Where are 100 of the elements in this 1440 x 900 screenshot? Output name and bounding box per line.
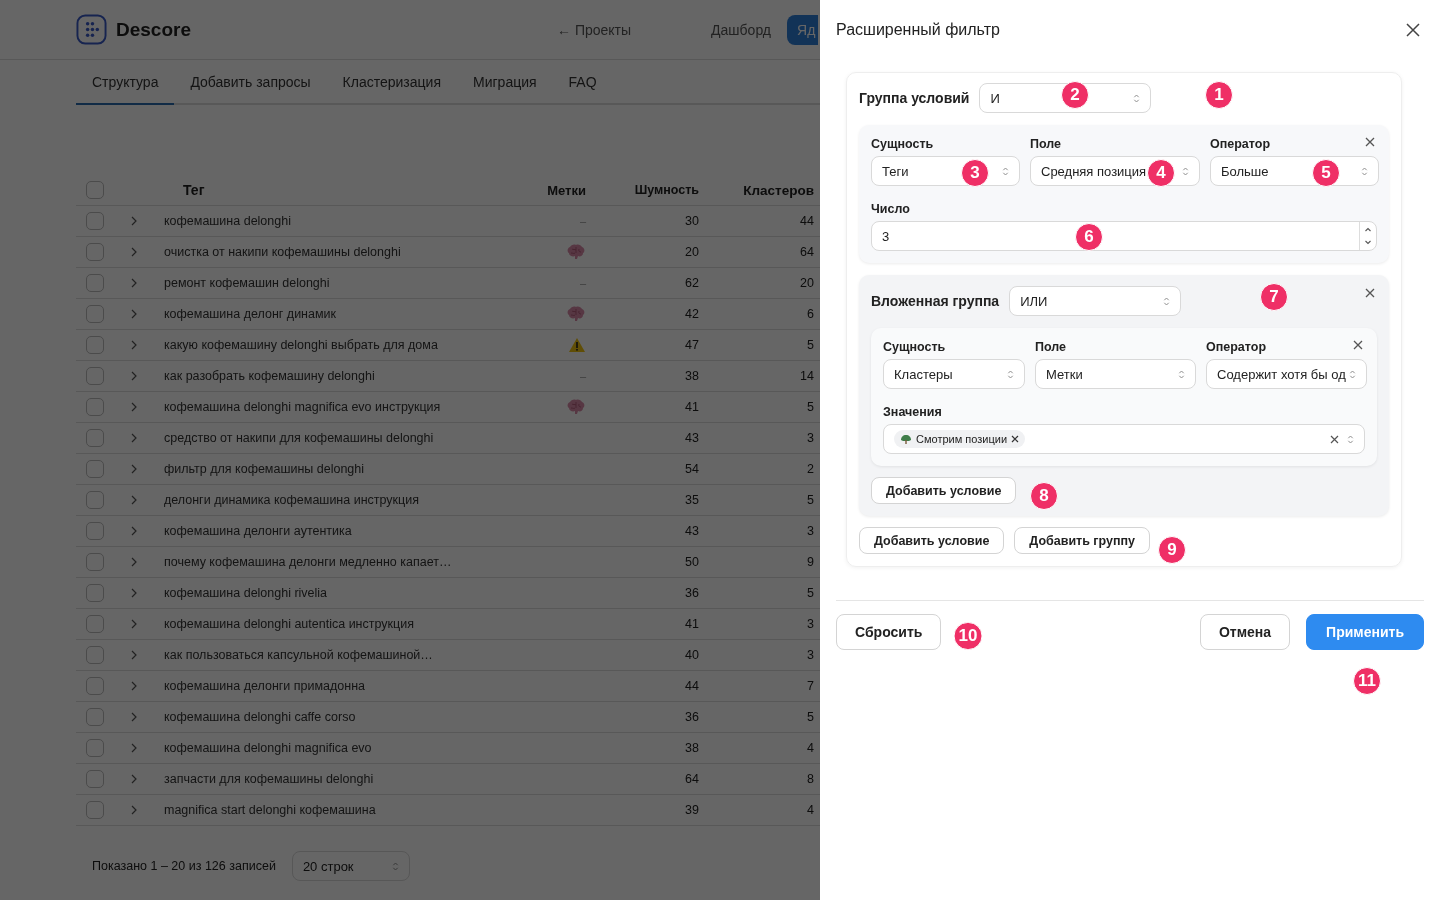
table-cell: – — [579, 277, 586, 289]
value-chip[interactable]: Смотрим позиции — [894, 430, 1026, 448]
chevron-right-icon[interactable] — [131, 743, 137, 753]
cancel-button[interactable]: Отмена — [1199, 614, 1291, 650]
table-cell: – — [579, 370, 586, 382]
chevron-right-icon[interactable] — [131, 402, 137, 412]
updown-icon — [1178, 368, 1185, 380]
brain-icon — [566, 244, 586, 260]
table-cell-text: 5 — [806, 493, 814, 507]
select-field[interactable]: Кластеры — [883, 359, 1025, 389]
add-group-button[interactable]: Добавить группу — [1014, 527, 1151, 554]
chevron-right-icon[interactable] — [131, 681, 137, 691]
checkbox[interactable] — [86, 646, 104, 664]
checkbox[interactable] — [86, 584, 104, 602]
checkbox[interactable] — [86, 429, 104, 447]
updown-icon — [1163, 295, 1171, 307]
checkbox[interactable] — [86, 181, 104, 199]
chevron-right-icon[interactable] — [131, 526, 137, 536]
chevron-right-icon[interactable] — [131, 588, 137, 598]
reset-button[interactable]: Сбросить — [836, 614, 942, 650]
chevron-right-icon[interactable] — [131, 247, 137, 257]
checkbox[interactable] — [86, 770, 104, 788]
chevron-right-icon[interactable] — [131, 650, 137, 660]
drawer-title: Расширенный фильтр — [836, 21, 1000, 39]
stepper-icon[interactable] — [1364, 225, 1372, 247]
group-label: Вложенная группа — [871, 293, 1000, 309]
checkbox[interactable] — [86, 305, 104, 323]
close-icon[interactable] — [1406, 23, 1420, 37]
column-header: Кластеров — [742, 182, 814, 198]
checkbox[interactable] — [86, 212, 104, 230]
field-label: Оператор — [1206, 340, 1267, 354]
chevron-right-icon[interactable] — [131, 309, 137, 319]
checkbox[interactable] — [86, 336, 104, 354]
checkbox[interactable] — [86, 491, 104, 509]
chevron-right-icon[interactable] — [131, 495, 137, 505]
checkbox[interactable] — [86, 708, 104, 726]
table-cell-text: 2 — [806, 462, 814, 476]
checkbox[interactable] — [86, 801, 104, 819]
chevron-right-icon[interactable] — [131, 278, 137, 288]
clear-icon[interactable] — [1330, 434, 1339, 444]
close-icon[interactable] — [1365, 288, 1375, 298]
checkbox[interactable] — [86, 274, 104, 292]
brain-icon — [566, 306, 586, 322]
table-cell-text: 44 — [684, 679, 699, 693]
operator-select[interactable]: ИЛИ — [1009, 286, 1182, 316]
table-cell-text: ремонт кофемашин delonghi — [164, 276, 331, 290]
table-cell-text: кофемашина delonghi autentica инструкция — [164, 617, 415, 631]
field-label: Сущность — [883, 340, 946, 354]
table-cell-text: 6 — [806, 307, 814, 321]
table-cell: – — [579, 215, 586, 227]
table-cell-text: 36 — [684, 710, 699, 724]
table-cell-text: почему кофемашина делонги медленно капает… — [164, 555, 453, 569]
table-cell-text: 62 — [684, 276, 699, 290]
table-cell-text: кофемашина делонги аутентика — [164, 524, 353, 538]
table-cell-text: 42 — [684, 307, 699, 321]
table-cell-text: фильтр для кофемашины delonghi — [164, 462, 366, 476]
table-cell-text: кофемашина delonghi — [164, 214, 292, 228]
checkbox[interactable] — [86, 522, 104, 540]
multi-select-field[interactable]: Смотрим позиции — [883, 424, 1365, 454]
checkbox[interactable] — [86, 398, 104, 416]
close-icon[interactable] — [1365, 137, 1375, 147]
table-cell-text: 4 — [806, 803, 814, 817]
checkbox[interactable] — [86, 739, 104, 757]
checkbox[interactable] — [86, 615, 104, 633]
select-field[interactable]: Метки — [1035, 359, 1196, 389]
chevron-right-icon[interactable] — [131, 340, 137, 350]
table-cell-text: 44 — [799, 214, 814, 228]
table-cell-text: 3 — [806, 617, 814, 631]
checkbox[interactable] — [86, 677, 104, 695]
checkbox[interactable] — [86, 460, 104, 478]
table-cell-text: делонги динамика кофемашина инструкция — [164, 493, 420, 507]
table-cell-text: кофемашина delonghi rivelia — [164, 586, 329, 600]
chevron-right-icon[interactable] — [131, 557, 137, 567]
warning-icon — [568, 337, 586, 353]
chevron-right-icon[interactable] — [131, 619, 137, 629]
table-cell-text: 8 — [806, 772, 814, 786]
select-field[interactable]: Содержит хотя бы од — [1206, 359, 1367, 389]
table-cell-text: как пользоваться капсульной кофемашиной… — [164, 648, 434, 662]
chevron-right-icon[interactable] — [131, 464, 137, 474]
remove-icon[interactable] — [1011, 435, 1020, 443]
table-cell-text: 36 — [684, 586, 699, 600]
chevron-right-icon[interactable] — [131, 371, 137, 381]
field-label: Поле — [1035, 340, 1067, 354]
field-label: Оператор — [1210, 137, 1271, 151]
chevron-right-icon[interactable] — [131, 712, 137, 722]
close-icon[interactable] — [1353, 340, 1363, 350]
checkbox[interactable] — [86, 367, 104, 385]
table-cell-text: 43 — [684, 431, 699, 445]
chevron-right-icon[interactable] — [131, 433, 137, 443]
chevron-right-icon[interactable] — [131, 216, 137, 226]
field-label: Число — [871, 202, 910, 216]
add-condition-button[interactable]: Добавить условие — [871, 477, 1017, 504]
checkbox[interactable] — [86, 243, 104, 261]
records-summary: Показано 1 – 20 из 126 записей — [92, 859, 276, 873]
checkbox[interactable] — [86, 553, 104, 571]
table-cell-text: 7 — [806, 679, 814, 693]
add-condition-button[interactable]: Добавить условие — [859, 527, 1005, 554]
chevron-right-icon[interactable] — [131, 805, 137, 815]
group-label: Группа условий — [859, 90, 970, 106]
chevron-right-icon[interactable] — [131, 774, 137, 784]
